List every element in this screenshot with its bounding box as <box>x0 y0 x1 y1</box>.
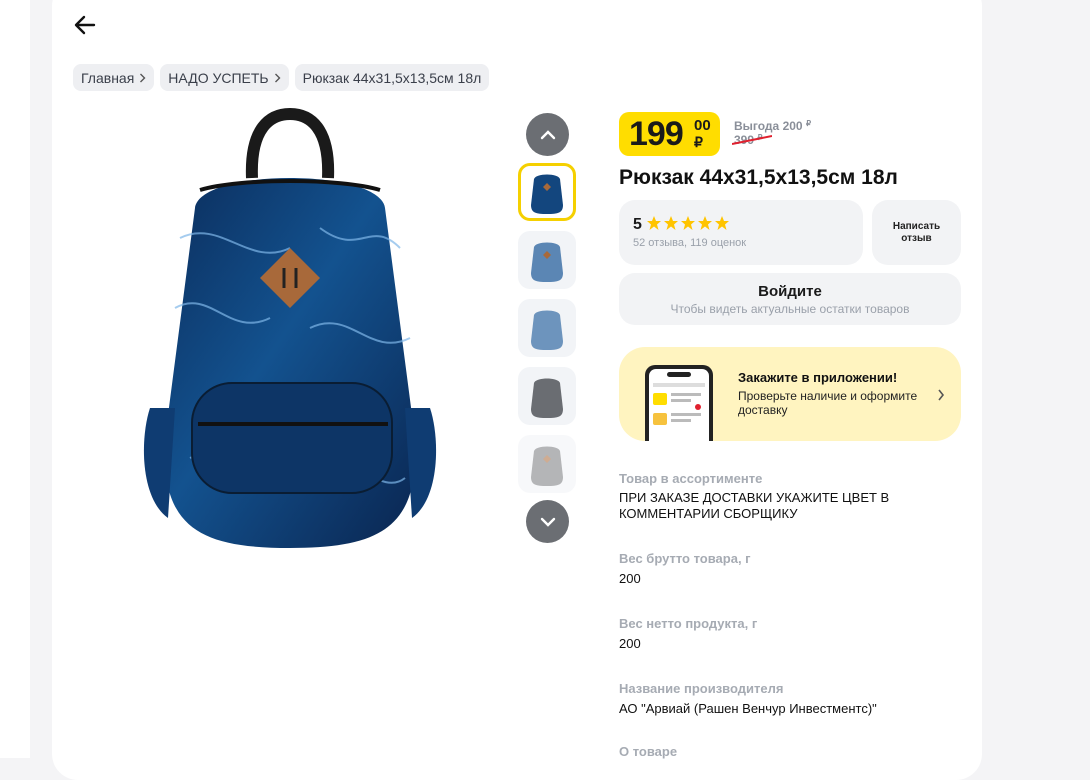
spec-label: Вес брутто товара, г <box>619 551 751 566</box>
spec-value: АО "Арвиай (Рашен Венчур Инвестментс)" <box>619 701 877 716</box>
product-main-image[interactable] <box>120 108 460 558</box>
breadcrumb-label: НАДО УСПЕТЬ <box>168 69 269 86</box>
gallery-thumbnail[interactable] <box>518 299 576 357</box>
gallery-thumbnail[interactable] <box>518 367 576 425</box>
arrow-left-icon[interactable] <box>72 12 98 38</box>
gallery-thumbnail[interactable] <box>518 231 576 289</box>
gallery-thumbnail[interactable] <box>518 435 576 493</box>
backpack-thumbnail-image <box>531 174 563 214</box>
spec-label: Вес нетто продукта, г <box>619 616 758 631</box>
spec-about: О товаре <box>619 744 677 759</box>
rating-value: 5 <box>633 216 642 233</box>
backpack-thumbnail-image <box>531 378 563 418</box>
breadcrumb: Главная НАДО УСПЕТЬ Рюкзак 44x31,5x13,5с… <box>73 64 490 91</box>
old-price: 399 ₽ <box>732 133 772 147</box>
write-review-label: Написать отзыв <box>892 220 941 244</box>
backpack-thumbnail-image <box>531 446 563 486</box>
phone-app-image <box>645 365 713 441</box>
left-panel-edge <box>0 0 30 758</box>
price-badge: 199 00 ₽ <box>619 112 720 156</box>
write-review-button[interactable]: Написать отзыв <box>872 200 961 265</box>
backpack-thumbnail-image <box>531 242 563 282</box>
star-icon <box>664 216 678 230</box>
price-currency: ₽ <box>694 134 703 150</box>
breadcrumb-label: Рюкзак 44x31,5x13,5см 18л <box>302 69 482 86</box>
chevron-right-icon <box>274 73 281 82</box>
breadcrumb-category[interactable]: НАДО УСПЕТЬ <box>160 64 289 91</box>
breadcrumb-home[interactable]: Главная <box>73 64 155 91</box>
app-promo-banner[interactable]: Закажите в приложении! Проверьте наличие… <box>619 347 961 441</box>
star-icon <box>647 216 661 230</box>
spec-value: 200 <box>619 636 641 651</box>
backpack-thumbnail-image <box>531 310 563 350</box>
gallery-down-button[interactable] <box>526 500 569 543</box>
chevron-up-icon <box>540 129 555 139</box>
star-icon <box>698 216 712 230</box>
product-title: Рюкзак 44x31,5x13,5см 18л <box>619 166 898 189</box>
spec-gross-weight: Вес брутто товара, г 200 <box>619 551 751 587</box>
gallery-up-button[interactable] <box>526 113 569 156</box>
chevron-right-icon <box>938 389 945 401</box>
rating-stars <box>646 215 730 231</box>
benefit-amount: 200 <box>782 119 803 133</box>
strikethrough-line <box>732 135 772 145</box>
price-integer: 199 <box>629 115 684 153</box>
spec-manufacturer: Название производителя АО "Арвиай (Рашен… <box>619 681 877 717</box>
price-decimal: 00 <box>694 117 711 134</box>
gallery-thumbnail[interactable] <box>518 163 576 221</box>
app-banner-subtitle: Проверьте наличие и оформите доставку <box>738 389 918 417</box>
spec-label: О товаре <box>619 744 678 759</box>
spec-label: Товар в ассортименте <box>619 471 763 486</box>
chevron-down-icon <box>540 517 555 527</box>
spec-assortment: Товар в ассортименте ПРИ ЗАКАЗЕ ДОСТАВКИ… <box>619 471 939 522</box>
breadcrumb-label: Главная <box>81 69 135 86</box>
benefit-label: Выгода 200 ₽ <box>734 119 811 133</box>
app-banner-title: Закажите в приложении! <box>738 370 898 385</box>
rating-count: 52 отзыва, 119 оценок <box>633 237 747 249</box>
spec-value: ПРИ ЗАКАЗЕ ДОСТАВКИ УКАЖИТЕ ЦВЕТ В КОММЕ… <box>619 490 890 521</box>
star-icon <box>715 216 729 230</box>
spec-value: 200 <box>619 571 641 586</box>
star-icon <box>681 216 695 230</box>
spec-label: Название производителя <box>619 681 784 696</box>
benefit-text: Выгода <box>734 119 780 133</box>
login-subtitle: Чтобы видеть актуальные остатки товаров <box>670 302 910 316</box>
chevron-right-icon <box>140 73 146 82</box>
spec-net-weight: Вес нетто продукта, г 200 <box>619 616 757 652</box>
rating-summary[interactable]: 5 52 отзыва, 119 оценок <box>619 200 863 265</box>
benefit-currency: ₽ <box>805 119 812 128</box>
login-prompt[interactable]: Войдите Чтобы видеть актуальные остатки … <box>619 273 961 325</box>
login-title: Войдите <box>758 283 822 300</box>
breadcrumb-current[interactable]: Рюкзак 44x31,5x13,5см 18л <box>294 64 490 91</box>
